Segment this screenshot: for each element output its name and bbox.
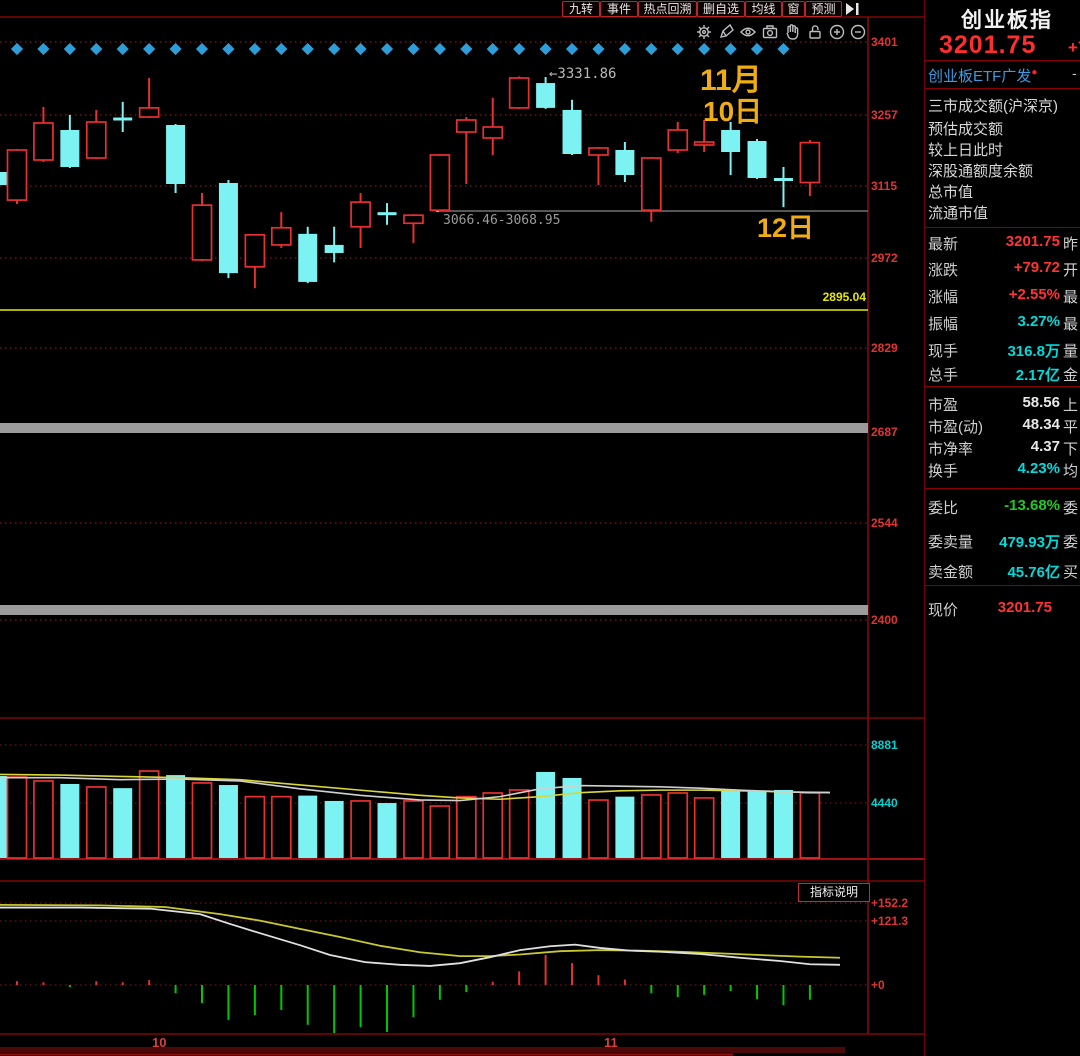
eye-icon[interactable] (739, 23, 757, 41)
axis-label: 2687 (871, 424, 898, 440)
quote-row-latest: 最新3201.75昨 (925, 233, 1080, 253)
axis-label: +121.3 (871, 913, 908, 929)
high-price-annotation: ←3331.86 (549, 66, 616, 82)
gap-range-annotation: 3066.46-3068.95 (443, 213, 560, 228)
axis-label: 10 (152, 1035, 166, 1050)
quote-row-current-lot: 现手316.8万量 (925, 340, 1080, 360)
info-row: 预估成交额 (928, 118, 1003, 139)
pencil-icon[interactable] (717, 23, 735, 41)
quote-row-pe-dynamic: 市盈(动)48.34平 (925, 416, 1080, 436)
axis-label: 2972 (871, 250, 898, 266)
axis-label: 3115 (871, 178, 897, 194)
quote-row-commission-ratio: 委比-13.68%委 (925, 497, 1080, 517)
quote-row-total-lot: 总手2.17亿金 (925, 364, 1080, 384)
index-title: 创业板指 (961, 4, 1053, 34)
axis-label: 2400 (871, 612, 898, 628)
macd-lines (0, 905, 840, 966)
axis-label: 2829 (871, 340, 898, 356)
info-row: 深股通额度余额 (928, 160, 1033, 181)
hand-icon[interactable] (783, 23, 801, 41)
axis-label: 3401 (871, 34, 898, 50)
axis-label: 2544 (871, 515, 898, 531)
indicator-help-button[interactable]: 指标说明 (798, 883, 870, 902)
axis-label: 3257 (871, 107, 898, 123)
overlay-lines (0, 208, 868, 615)
gear-icon[interactable] (695, 23, 713, 41)
lock-icon[interactable] (806, 23, 824, 41)
quote-row-sell-amount: 卖金额45.76亿买 (925, 561, 1080, 581)
collapse-panel-icon[interactable] (844, 2, 862, 16)
volume-bars (0, 771, 819, 858)
camera-icon[interactable] (761, 23, 779, 41)
quote-row-current-price: 现价3201.75 (925, 599, 1080, 619)
main-grid (0, 0, 925, 1056)
day12-annotation: 12日 (757, 206, 814, 245)
axis-label: +152.2 (871, 895, 908, 911)
info-row: 流通市值 (928, 202, 988, 223)
index-price: 3201.75 (939, 31, 1036, 60)
index-change-clipped: +79 (1068, 38, 1080, 58)
axis-label: +0 (871, 977, 885, 993)
day10-annotation: 10日 (703, 90, 762, 130)
nine-turn-diamonds (11, 43, 790, 55)
toolbar-button-remove-watchlist[interactable]: 删自选 (697, 1, 745, 17)
quote-row-turnover: 换手4.23%均 (925, 460, 1080, 480)
axis-label: 11 (604, 1035, 618, 1050)
zoom-in-icon[interactable] (828, 23, 846, 41)
quote-row-change-pct: 涨幅+2.55%最 (925, 286, 1080, 306)
quote-row-ask-volume: 委卖量479.93万委 (925, 531, 1080, 551)
candlesticks (0, 76, 819, 288)
quote-row-change: 涨跌+79.72开 (925, 259, 1080, 279)
support-level-label: 2895.04 (806, 289, 866, 305)
chart-canvas (0, 0, 1080, 1056)
quote-panel: 创业板指 3201.75 +79 创业板ETF广发● - 三市成交额(沪深京) … (925, 0, 1080, 1056)
quote-row-pb: 市净率4.37下 (925, 438, 1080, 458)
quote-row-amplitude: 振幅3.27%最 (925, 313, 1080, 333)
zoom-out-icon[interactable] (849, 23, 867, 41)
etf-link[interactable]: 创业板ETF广发● (928, 65, 1037, 86)
toolbar-button-ma-lines[interactable]: 均线 (745, 1, 782, 17)
toolbar-button-forecast[interactable]: 预测 (805, 1, 842, 17)
macd-histogram (0, 955, 810, 1033)
toolbar-button-events[interactable]: 事件 (600, 1, 638, 17)
info-row: 三市成交额(沪深京) (928, 95, 1058, 116)
toolbar-button-window[interactable]: 窗 (782, 1, 805, 17)
axis-label: 4440 (871, 795, 898, 811)
toolbar-button-hotspot-review[interactable]: 热点回溯 (638, 1, 697, 17)
info-row: 总市值 (928, 181, 973, 202)
etf-value-clipped: - (1072, 65, 1077, 81)
trading-terminal-window: 九转 事件 热点回溯 删自选 均线 窗 预测 (0, 0, 1080, 1056)
toolbar-button-nine-turn[interactable]: 九转 (562, 1, 600, 17)
quote-row-pe: 市盈58.56上 (925, 394, 1080, 414)
axis-label: 8881 (871, 737, 898, 753)
info-row: 较上日此时 (928, 139, 1003, 160)
